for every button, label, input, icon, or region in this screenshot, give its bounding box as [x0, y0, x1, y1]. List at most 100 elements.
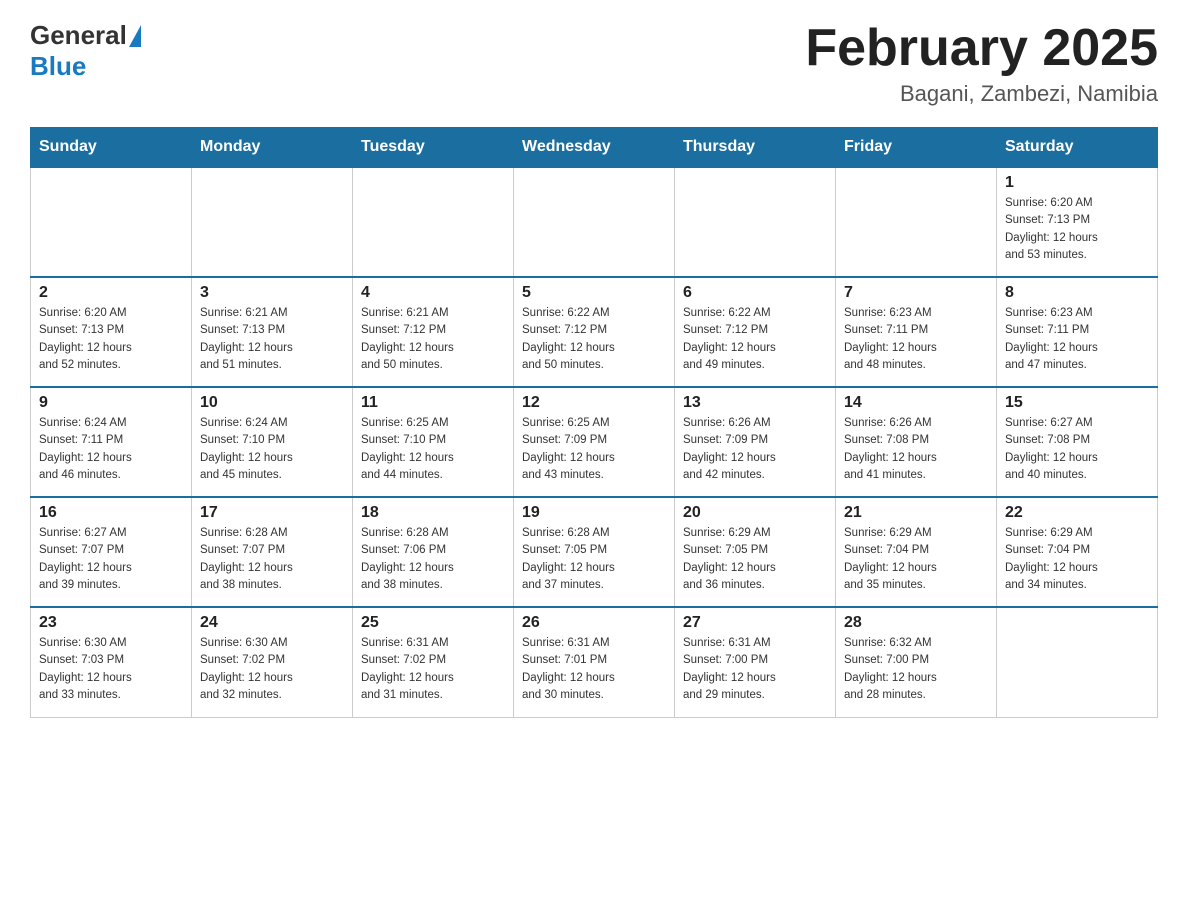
day-number: 15: [1005, 394, 1149, 412]
weekday-header-row: Sunday Monday Tuesday Wednesday Thursday…: [31, 128, 1158, 168]
table-row: 18 Sunrise: 6:28 AMSunset: 7:06 PMDayligh…: [353, 497, 514, 607]
table-row: 15 Sunrise: 6:27 AMSunset: 7:08 PMDayligh…: [997, 387, 1158, 497]
table-row: [675, 167, 836, 277]
location-subtitle: Bagani, Zambezi, Namibia: [805, 81, 1158, 107]
header-sunday: Sunday: [31, 128, 192, 168]
week-row-1: 1 Sunrise: 6:20 AMSunset: 7:13 PMDaylight…: [31, 167, 1158, 277]
title-block: February 2025 Bagani, Zambezi, Namibia: [805, 20, 1158, 107]
day-number: 11: [361, 394, 505, 412]
calendar-table: Sunday Monday Tuesday Wednesday Thursday…: [30, 127, 1158, 718]
day-info: Sunrise: 6:31 AMSunset: 7:01 PMDaylight:…: [522, 635, 666, 704]
day-number: 23: [39, 614, 183, 632]
week-row-3: 9 Sunrise: 6:24 AMSunset: 7:11 PMDaylight…: [31, 387, 1158, 497]
table-row: [353, 167, 514, 277]
day-info: Sunrise: 6:21 AMSunset: 7:12 PMDaylight:…: [361, 305, 505, 374]
table-row: 26Sunrise: 6:31 AMSunset: 7:01 PMDayligh…: [514, 607, 675, 717]
table-row: 9 Sunrise: 6:24 AMSunset: 7:11 PMDaylight…: [31, 387, 192, 497]
day-number: 13: [683, 394, 827, 412]
day-info: Sunrise: 6:30 AMSunset: 7:03 PMDaylight:…: [39, 635, 183, 704]
day-number: 18: [361, 504, 505, 522]
table-row: [514, 167, 675, 277]
day-info: Sunrise: 6:29 AMSunset: 7:04 PMDaylight:…: [1005, 525, 1149, 594]
header-monday: Monday: [192, 128, 353, 168]
day-info: Sunrise: 6:29 AMSunset: 7:04 PMDaylight:…: [844, 525, 988, 594]
table-row: 1 Sunrise: 6:20 AMSunset: 7:13 PMDaylight…: [997, 167, 1158, 277]
day-number: 6: [683, 284, 827, 302]
header-saturday: Saturday: [997, 128, 1158, 168]
header-tuesday: Tuesday: [353, 128, 514, 168]
day-number: 20: [683, 504, 827, 522]
day-number: 28: [844, 614, 988, 632]
day-number: 5: [522, 284, 666, 302]
logo-triangle-icon: [129, 25, 141, 47]
day-info: Sunrise: 6:27 AMSunset: 7:07 PMDaylight:…: [39, 525, 183, 594]
day-info: Sunrise: 6:31 AMSunset: 7:00 PMDaylight:…: [683, 635, 827, 704]
day-number: 14: [844, 394, 988, 412]
day-info: Sunrise: 6:28 AMSunset: 7:05 PMDaylight:…: [522, 525, 666, 594]
day-info: Sunrise: 6:23 AMSunset: 7:11 PMDaylight:…: [1005, 305, 1149, 374]
day-info: Sunrise: 6:20 AMSunset: 7:13 PMDaylight:…: [1005, 195, 1149, 264]
day-number: 1: [1005, 174, 1149, 192]
day-info: Sunrise: 6:28 AMSunset: 7:06 PMDaylight:…: [361, 525, 505, 594]
week-row-5: 23 Sunrise: 6:30 AMSunset: 7:03 PMDayligh…: [31, 607, 1158, 717]
table-row: [836, 167, 997, 277]
day-number: 24: [200, 614, 344, 632]
day-info: Sunrise: 6:24 AMSunset: 7:10 PMDaylight:…: [200, 415, 344, 484]
table-row: 21 Sunrise: 6:29 AMSunset: 7:04 PMDayligh…: [836, 497, 997, 607]
table-row: 19Sunrise: 6:28 AMSunset: 7:05 PMDayligh…: [514, 497, 675, 607]
page-header: General Blue February 2025 Bagani, Zambe…: [30, 20, 1158, 107]
table-row: 14 Sunrise: 6:26 AMSunset: 7:08 PMDayligh…: [836, 387, 997, 497]
day-info: Sunrise: 6:23 AMSunset: 7:11 PMDaylight:…: [844, 305, 988, 374]
day-number: 7: [844, 284, 988, 302]
day-info: Sunrise: 6:30 AMSunset: 7:02 PMDaylight:…: [200, 635, 344, 704]
day-info: Sunrise: 6:29 AMSunset: 7:05 PMDaylight:…: [683, 525, 827, 594]
table-row: 25Sunrise: 6:31 AMSunset: 7:02 PMDayligh…: [353, 607, 514, 717]
table-row: 20 Sunrise: 6:29 AMSunset: 7:05 PMDayligh…: [675, 497, 836, 607]
table-row: 8 Sunrise: 6:23 AMSunset: 7:11 PMDaylight…: [997, 277, 1158, 387]
table-row: 28 Sunrise: 6:32 AMSunset: 7:00 PMDayligh…: [836, 607, 997, 717]
week-row-2: 2 Sunrise: 6:20 AMSunset: 7:13 PMDaylight…: [31, 277, 1158, 387]
table-row: 24 Sunrise: 6:30 AMSunset: 7:02 PMDayligh…: [192, 607, 353, 717]
table-row: 2 Sunrise: 6:20 AMSunset: 7:13 PMDaylight…: [31, 277, 192, 387]
table-row: 12 Sunrise: 6:25 AMSunset: 7:09 PMDayligh…: [514, 387, 675, 497]
day-info: Sunrise: 6:25 AMSunset: 7:09 PMDaylight:…: [522, 415, 666, 484]
table-row: 6 Sunrise: 6:22 AMSunset: 7:12 PMDaylight…: [675, 277, 836, 387]
day-info: Sunrise: 6:32 AMSunset: 7:00 PMDaylight:…: [844, 635, 988, 704]
day-info: Sunrise: 6:21 AMSunset: 7:13 PMDaylight:…: [200, 305, 344, 374]
table-row: 4 Sunrise: 6:21 AMSunset: 7:12 PMDaylight…: [353, 277, 514, 387]
day-number: 8: [1005, 284, 1149, 302]
day-number: 2: [39, 284, 183, 302]
table-row: 5 Sunrise: 6:22 AMSunset: 7:12 PMDaylight…: [514, 277, 675, 387]
day-info: Sunrise: 6:22 AMSunset: 7:12 PMDaylight:…: [522, 305, 666, 374]
table-row: 17Sunrise: 6:28 AMSunset: 7:07 PMDayligh…: [192, 497, 353, 607]
day-info: Sunrise: 6:27 AMSunset: 7:08 PMDaylight:…: [1005, 415, 1149, 484]
day-info: Sunrise: 6:31 AMSunset: 7:02 PMDaylight:…: [361, 635, 505, 704]
table-row: [997, 607, 1158, 717]
table-row: 7 Sunrise: 6:23 AMSunset: 7:11 PMDaylight…: [836, 277, 997, 387]
table-row: 27 Sunrise: 6:31 AMSunset: 7:00 PMDayligh…: [675, 607, 836, 717]
day-number: 21: [844, 504, 988, 522]
day-info: Sunrise: 6:20 AMSunset: 7:13 PMDaylight:…: [39, 305, 183, 374]
table-row: 16Sunrise: 6:27 AMSunset: 7:07 PMDayligh…: [31, 497, 192, 607]
table-row: 13 Sunrise: 6:26 AMSunset: 7:09 PMDayligh…: [675, 387, 836, 497]
day-number: 12: [522, 394, 666, 412]
day-number: 27: [683, 614, 827, 632]
table-row: [31, 167, 192, 277]
day-number: 4: [361, 284, 505, 302]
logo: General Blue: [30, 20, 143, 82]
header-wednesday: Wednesday: [514, 128, 675, 168]
day-info: Sunrise: 6:26 AMSunset: 7:08 PMDaylight:…: [844, 415, 988, 484]
day-info: Sunrise: 6:26 AMSunset: 7:09 PMDaylight:…: [683, 415, 827, 484]
header-friday: Friday: [836, 128, 997, 168]
week-row-4: 16Sunrise: 6:27 AMSunset: 7:07 PMDayligh…: [31, 497, 1158, 607]
day-number: 9: [39, 394, 183, 412]
day-info: Sunrise: 6:22 AMSunset: 7:12 PMDaylight:…: [683, 305, 827, 374]
day-info: Sunrise: 6:24 AMSunset: 7:11 PMDaylight:…: [39, 415, 183, 484]
month-title: February 2025: [805, 20, 1158, 77]
day-number: 10: [200, 394, 344, 412]
day-number: 22: [1005, 504, 1149, 522]
table-row: 10 Sunrise: 6:24 AMSunset: 7:10 PMDayligh…: [192, 387, 353, 497]
day-number: 3: [200, 284, 344, 302]
table-row: 3 Sunrise: 6:21 AMSunset: 7:13 PMDaylight…: [192, 277, 353, 387]
day-info: Sunrise: 6:28 AMSunset: 7:07 PMDaylight:…: [200, 525, 344, 594]
